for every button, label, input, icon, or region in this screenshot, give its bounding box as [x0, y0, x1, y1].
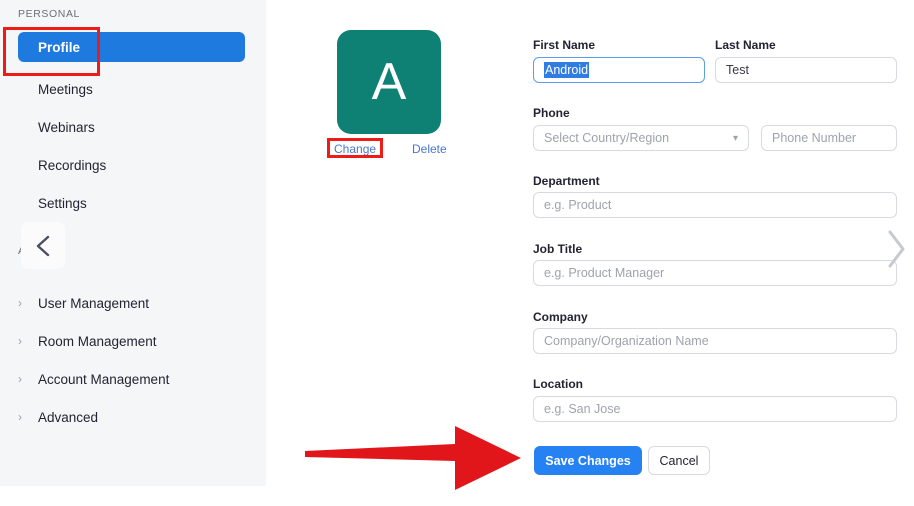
sidebar-item-label: Recordings — [38, 157, 107, 173]
location-label: Location — [533, 377, 583, 391]
phone-label: Phone — [533, 106, 570, 120]
sidebar-item-user-management[interactable]: › User Management — [18, 290, 245, 316]
chevron-down-icon: ▾ — [732, 132, 738, 144]
company-label: Company — [533, 310, 588, 324]
next-page-chevron-button[interactable] — [884, 228, 908, 270]
job-title-label: Job Title — [533, 242, 583, 256]
chevron-right-icon: › — [18, 410, 22, 424]
sidebar-item-label: Webinars — [38, 119, 95, 135]
location-placeholder: e.g. San Jose — [544, 402, 621, 416]
sidebar: PERSONAL Profile Meetings Webinars Recor… — [0, 0, 266, 486]
department-label: Department — [533, 174, 600, 188]
sidebar-item-webinars[interactable]: Webinars — [18, 112, 245, 142]
sidebar-item-label: Settings — [38, 195, 87, 211]
avatar-initial: A — [371, 53, 407, 111]
sidebar-collapse-button[interactable] — [21, 222, 65, 269]
cancel-button[interactable]: Cancel — [648, 446, 710, 475]
department-input[interactable]: e.g. Product — [533, 192, 897, 218]
app-screen: PERSONAL Profile Meetings Webinars Recor… — [0, 0, 914, 506]
save-changes-button[interactable]: Save Changes — [534, 446, 642, 475]
company-placeholder: Company/Organization Name — [544, 334, 709, 348]
phone-number-placeholder: Phone Number — [772, 131, 857, 145]
avatar: A — [337, 30, 441, 134]
country-region-select[interactable]: Select Country/Region ▾ — [533, 125, 749, 151]
last-name-label: Last Name — [715, 38, 776, 52]
country-region-value: Select Country/Region — [544, 131, 670, 145]
sidebar-item-advanced[interactable]: › Advanced — [18, 404, 245, 430]
sidebar-item-label: Account Management — [38, 371, 170, 387]
avatar-delete-link[interactable]: Delete — [412, 142, 447, 156]
chevron-right-icon: › — [18, 334, 22, 348]
chevron-left-icon — [35, 234, 52, 258]
sidebar-item-label: Room Management — [38, 333, 157, 349]
department-placeholder: e.g. Product — [544, 198, 612, 212]
sidebar-item-label: User Management — [38, 295, 150, 311]
sidebar-item-settings[interactable]: Settings — [18, 188, 245, 218]
annotation-arrow-save — [305, 424, 527, 494]
job-title-placeholder: e.g. Product Manager — [544, 266, 665, 280]
chevron-right-icon: › — [18, 372, 22, 386]
first-name-input[interactable]: Android — [533, 57, 705, 83]
sidebar-item-meetings[interactable]: Meetings — [18, 74, 245, 104]
phone-number-input[interactable]: Phone Number — [761, 125, 897, 151]
sidebar-item-label: Advanced — [38, 409, 99, 425]
first-name-label: First Name — [533, 38, 596, 52]
cancel-label: Cancel — [659, 453, 699, 468]
sidebar-item-label: Profile — [38, 39, 81, 55]
chevron-right-icon: › — [18, 296, 22, 310]
job-title-input[interactable]: e.g. Product Manager — [533, 260, 897, 286]
sidebar-item-account-management[interactable]: › Account Management — [18, 366, 245, 392]
last-name-value: Test — [726, 63, 749, 77]
save-changes-label: Save Changes — [545, 453, 631, 468]
company-input[interactable]: Company/Organization Name — [533, 328, 897, 354]
sidebar-item-recordings[interactable]: Recordings — [18, 150, 245, 180]
avatar-change-link[interactable]: Change — [334, 142, 376, 156]
sidebar-item-profile[interactable]: Profile — [18, 32, 245, 62]
chevron-right-icon — [884, 230, 908, 274]
location-input[interactable]: e.g. San Jose — [533, 396, 897, 422]
sidebar-section-personal-label: PERSONAL — [18, 8, 80, 20]
sidebar-item-room-management[interactable]: › Room Management — [18, 328, 245, 354]
sidebar-item-label: Meetings — [38, 81, 93, 97]
first-name-value: Android — [544, 62, 590, 78]
last-name-input[interactable]: Test — [715, 57, 897, 83]
